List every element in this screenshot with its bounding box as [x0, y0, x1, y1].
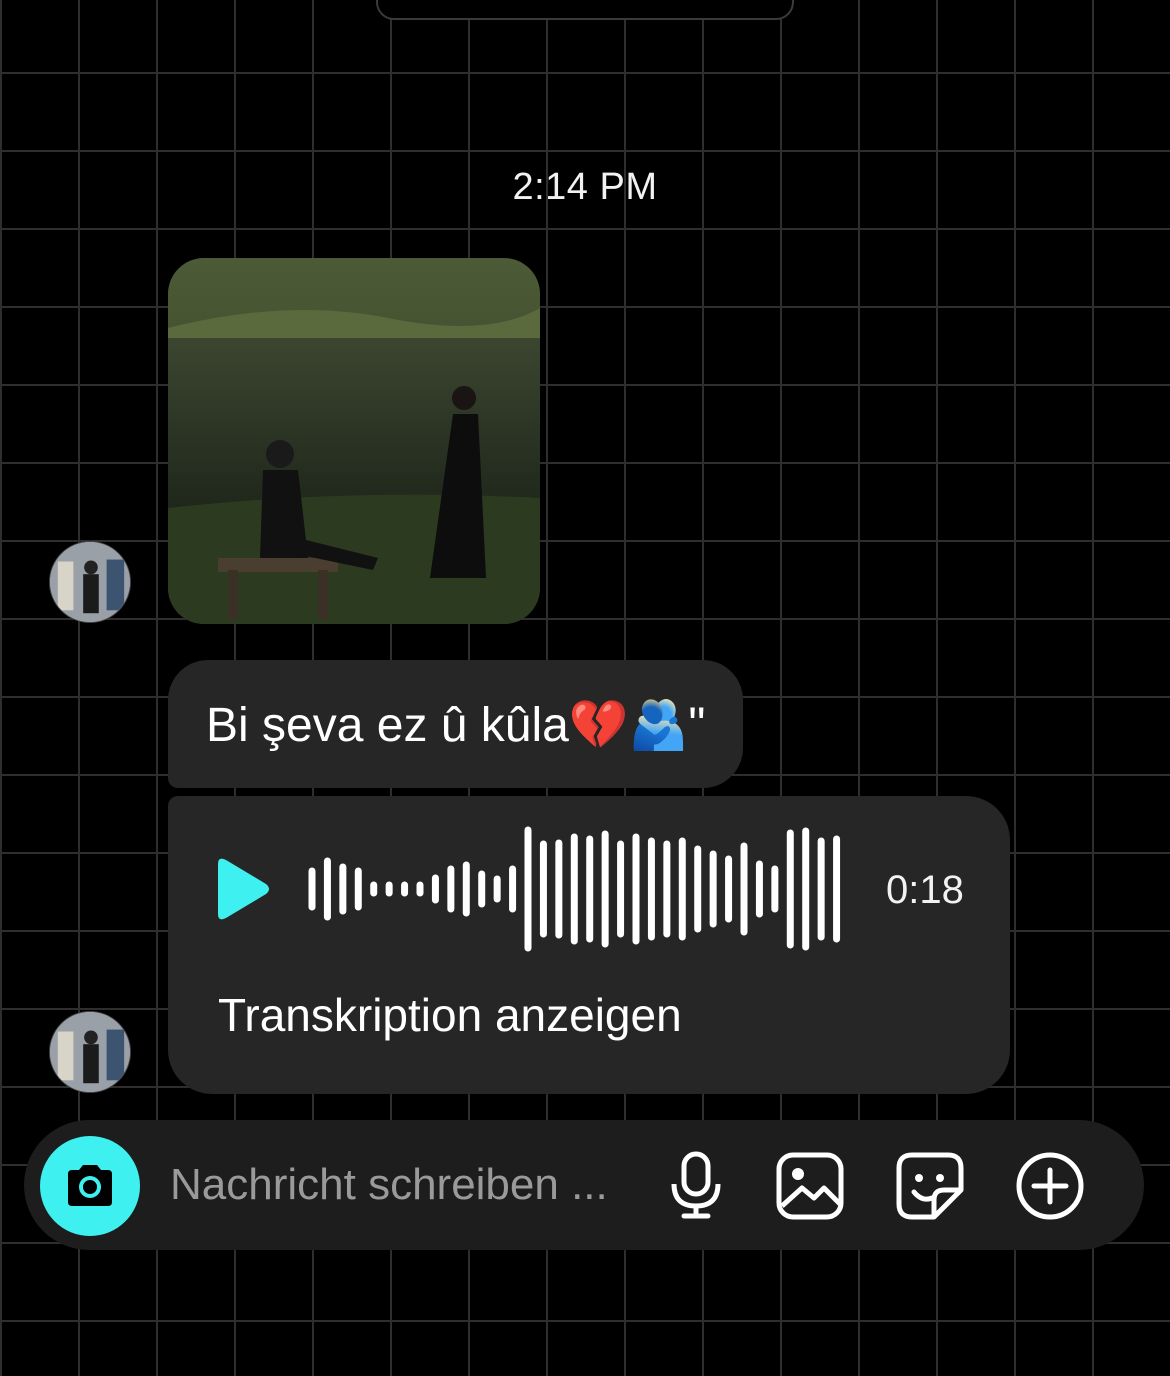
text-message-content: Bi şeva ez û kûla💔🫂" [206, 698, 706, 752]
sender-avatar[interactable] [49, 1011, 131, 1093]
sender-avatar[interactable] [49, 541, 131, 623]
camera-button[interactable] [40, 1136, 140, 1236]
gallery-icon[interactable] [774, 1150, 846, 1222]
top-frame-edge [376, 0, 794, 20]
plus-icon[interactable] [1014, 1150, 1086, 1222]
photo-message[interactable] [168, 258, 540, 624]
sticker-icon[interactable] [894, 1150, 966, 1222]
show-transcription-button[interactable]: Transkription anzeigen [218, 988, 682, 1042]
voice-waveform[interactable] [306, 826, 846, 952]
text-message-bubble[interactable]: Bi şeva ez û kûla💔🫂" [168, 660, 744, 788]
message-timestamp: 2:14 PM [512, 166, 658, 208]
play-icon[interactable] [212, 856, 272, 922]
camera-icon [68, 1165, 112, 1206]
message-input[interactable] [170, 1152, 640, 1218]
photo-image [168, 258, 540, 624]
microphone-icon[interactable] [660, 1150, 732, 1222]
voice-duration: 0:18 [886, 868, 964, 912]
